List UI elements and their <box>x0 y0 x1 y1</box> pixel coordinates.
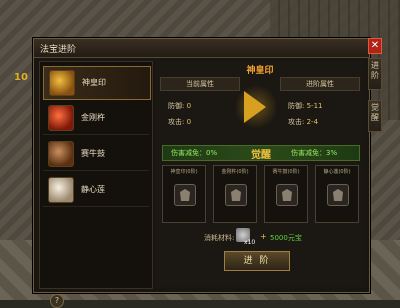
shield-slot-icon <box>225 184 247 206</box>
detail-area: 神皇印 当前属性 进阶属性 防御: 0 攻击: 0 防御: 5-11 攻击: 2… <box>156 61 364 287</box>
title-bar[interactable]: 法宝进阶 <box>34 39 369 58</box>
shield-slot-icon <box>327 184 349 206</box>
list-item-jingxinlian[interactable]: 静心莲 <box>43 174 149 207</box>
window-title: 法宝进阶 <box>40 45 77 55</box>
tab-awaken[interactable]: 觉醒 <box>368 100 382 132</box>
next-attr-header: 进阶属性 <box>280 77 360 91</box>
close-button[interactable]: ✕ <box>368 38 382 54</box>
item-name: 神皇印 <box>246 66 274 76</box>
hud-number: 10 <box>14 72 28 83</box>
plus-sign: + <box>260 232 267 241</box>
drum-icon <box>48 141 74 167</box>
upgrade-button[interactable]: 进 阶 <box>224 251 290 271</box>
material-slot[interactable]: 金刚杵(0阶) <box>213 165 257 223</box>
next-defense: 防御: 5-11 <box>288 102 323 110</box>
item-label: 赛牛鼓 <box>81 149 105 158</box>
awaken-bar: 伤害减免：0% 觉醒 伤害减免：3% <box>162 145 360 161</box>
advance-arrow-icon <box>244 91 266 123</box>
item-label: 金刚杵 <box>81 113 105 122</box>
awaken-next: 伤害减免：3% <box>291 149 338 157</box>
seal-icon <box>49 70 75 96</box>
upgrade-panel: 法宝进阶 神皇印 金刚杵 赛牛鼓 静心莲 ? 神皇印 当前属性 进阶属性 防御:… <box>33 38 370 308</box>
item-label: 静心莲 <box>81 185 105 194</box>
awaken-title: 觉醒 <box>251 150 271 161</box>
material-quantity: x10 <box>244 239 256 246</box>
item-label: 神皇印 <box>82 78 106 87</box>
lotus-icon <box>48 177 74 203</box>
cost-label: 消耗材料: <box>204 234 235 242</box>
current-attack: 攻击: 0 <box>168 118 192 126</box>
material-slot[interactable]: 静心莲(0阶) <box>315 165 359 223</box>
gold-cost: 5000元宝 <box>270 234 302 242</box>
material-slot[interactable]: 神皇印(0阶) <box>162 165 206 223</box>
vajra-icon <box>48 105 74 131</box>
tab-advance[interactable]: 进阶 <box>368 58 382 90</box>
list-item-sainiugu[interactable]: 赛牛鼓 <box>43 138 149 171</box>
current-defense: 防御: 0 <box>168 102 192 110</box>
awaken-current: 伤害减免：0% <box>171 149 218 157</box>
next-attack: 攻击: 2-4 <box>288 118 319 126</box>
material-slot[interactable]: 赛牛鼓(0阶) <box>264 165 308 223</box>
list-item-jingangchu[interactable]: 金刚杵 <box>43 102 149 135</box>
help-button[interactable]: ? <box>50 294 64 308</box>
list-item-shenhuangyin[interactable]: 神皇印 <box>43 66 151 100</box>
current-attr-header: 当前属性 <box>160 77 240 91</box>
shield-slot-icon <box>276 184 298 206</box>
item-list: 神皇印 金刚杵 赛牛鼓 静心莲 ? <box>39 61 153 308</box>
shield-slot-icon <box>174 184 196 206</box>
